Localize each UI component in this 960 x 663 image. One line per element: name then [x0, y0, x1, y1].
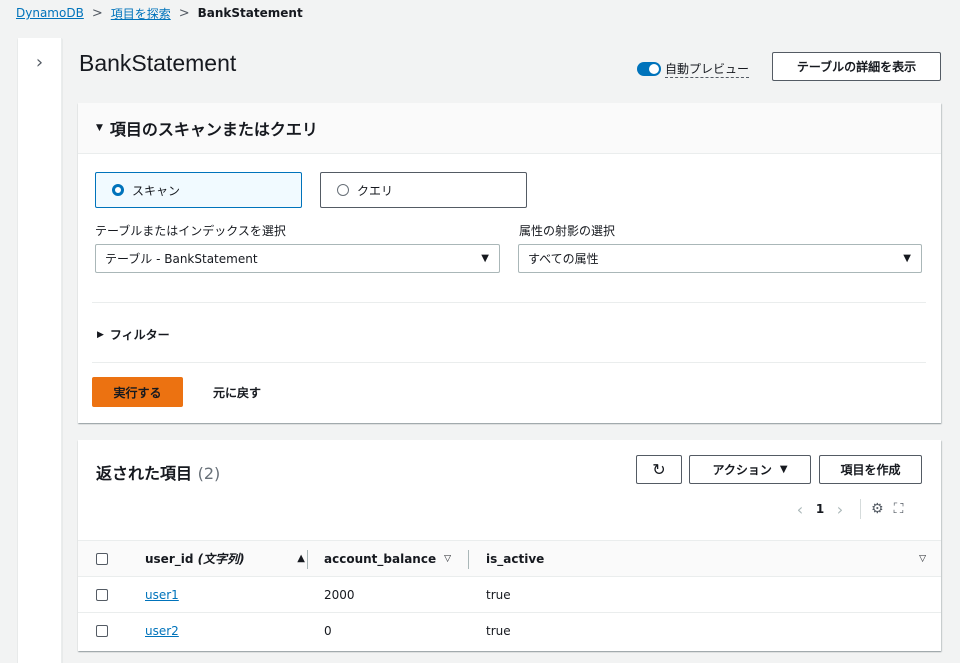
- select-all-checkbox[interactable]: [96, 552, 108, 565]
- previous-page-icon[interactable]: ‹: [790, 500, 810, 519]
- sort-ascending-icon: ▲: [297, 553, 305, 564]
- cell-user-id: user1: [145, 577, 179, 612]
- caret-down-icon: ▼: [779, 464, 788, 475]
- radio-unselected-icon[interactable]: [337, 184, 349, 196]
- items-table: user_id (文字列) ▲ account_balance ▽ is_act…: [78, 540, 941, 649]
- table-index-select-value: テーブル - BankStatement: [105, 252, 258, 266]
- projection-select-label: 属性の射影の選択: [519, 224, 616, 238]
- user-id-link[interactable]: user2: [145, 624, 179, 638]
- table-row: user2 0 true: [78, 613, 941, 649]
- reset-button[interactable]: 元に戻す: [213, 384, 261, 401]
- breadcrumb: DynamoDB > 項目を探索 > BankStatement: [16, 4, 303, 22]
- column-header-user-id-label: user_id: [145, 552, 194, 566]
- scan-query-panel: ▼ 項目のスキャンまたはクエリ スキャン クエリ テーブルまたはインデックスを選…: [78, 103, 941, 423]
- table-select-label: テーブルまたはインデックスを選択: [95, 224, 286, 238]
- cell-account-balance: 2000: [324, 587, 355, 602]
- row-select-cell: [96, 577, 108, 612]
- breadcrumb-dynamodb[interactable]: DynamoDB: [16, 6, 84, 20]
- filter-expand-toggle[interactable]: ▶ フィルター: [97, 326, 170, 343]
- next-page-icon[interactable]: ›: [830, 500, 850, 519]
- column-header-user-id[interactable]: user_id (文字列) ▲: [145, 541, 305, 576]
- attribute-projection-select[interactable]: すべての属性 ▼: [518, 244, 922, 273]
- caret-down-icon: ▼: [96, 123, 103, 133]
- returned-items-heading: 返された項目: [96, 464, 193, 483]
- caret-right-icon: ▶: [97, 329, 104, 340]
- chevron-right-icon: >: [178, 5, 190, 21]
- column-type-hint: (文字列): [197, 552, 245, 566]
- caret-down-icon: ▼: [903, 253, 911, 264]
- user-id-link[interactable]: user1: [145, 588, 179, 602]
- scan-query-panel-title: 項目のスキャンまたはクエリ: [109, 120, 318, 139]
- run-button[interactable]: 実行する: [92, 377, 183, 407]
- page-number[interactable]: 1: [810, 502, 830, 516]
- scan-mode-tile[interactable]: スキャン: [95, 172, 302, 208]
- returned-items-panel: 返された項目 (2) ↻ アクション ▼ 項目を作成 ‹ 1 › ⚙ ⛶ use…: [78, 440, 941, 651]
- auto-preview-label: 自動プレビュー: [665, 62, 750, 78]
- cell-is-active: true: [486, 587, 511, 602]
- sort-indicator-icon: ▽: [444, 553, 452, 564]
- chevron-right-icon: >: [91, 5, 103, 21]
- table-row: user1 2000 true: [78, 577, 941, 613]
- row-checkbox[interactable]: [96, 625, 108, 637]
- column-header-account-balance[interactable]: account_balance ▽: [324, 541, 451, 576]
- scan-mode-label: スキャン: [132, 183, 181, 198]
- filter-label: フィルター: [109, 328, 170, 342]
- divider: [92, 362, 926, 363]
- side-navigation-toggle[interactable]: ›: [18, 38, 62, 663]
- refresh-icon: ↻: [652, 460, 666, 479]
- column-header-is-active-label: is_active: [486, 551, 545, 566]
- gear-icon[interactable]: ⚙: [871, 501, 884, 517]
- fullscreen-icon[interactable]: ⛶: [894, 501, 904, 517]
- actions-dropdown-button[interactable]: アクション ▼: [689, 455, 811, 484]
- breadcrumb-current: BankStatement: [197, 6, 303, 20]
- query-mode-tile[interactable]: クエリ: [320, 172, 527, 208]
- table-header-row: user_id (文字列) ▲ account_balance ▽ is_act…: [78, 540, 941, 577]
- divider: [92, 302, 926, 303]
- cell-is-active: true: [486, 624, 511, 638]
- column-header-account-balance-label: account_balance: [324, 551, 437, 566]
- column-resizer[interactable]: [468, 550, 469, 569]
- divider: [860, 499, 861, 519]
- breadcrumb-explore-items[interactable]: 項目を探索: [111, 5, 171, 22]
- page-title: BankStatement: [79, 50, 237, 76]
- scan-query-panel-header[interactable]: ▼ 項目のスキャンまたはクエリ: [78, 103, 941, 154]
- query-mode-label: クエリ: [357, 183, 394, 198]
- pagination: ‹ 1 › ⚙ ⛶: [790, 498, 913, 520]
- returned-items-title: 返された項目 (2): [96, 460, 220, 484]
- attribute-projection-select-value: すべての属性: [528, 252, 599, 266]
- actions-button-label: アクション: [712, 463, 772, 477]
- radio-selected-icon[interactable]: [112, 184, 124, 196]
- create-item-button[interactable]: 項目を作成: [819, 455, 922, 484]
- refresh-button[interactable]: ↻: [636, 455, 682, 484]
- returned-items-count: (2): [197, 464, 221, 483]
- column-header-is-active[interactable]: is_active ▽: [486, 541, 926, 576]
- column-resizer[interactable]: [307, 550, 308, 569]
- cell-account-balance: 0: [324, 624, 332, 638]
- row-select-cell: [96, 613, 108, 649]
- table-index-select[interactable]: テーブル - BankStatement ▼: [95, 244, 500, 273]
- sort-indicator-icon: ▽: [919, 553, 926, 564]
- auto-preview-toggle[interactable]: 自動プレビュー: [637, 60, 750, 78]
- cell-user-id: user2: [145, 613, 179, 649]
- view-table-details-button[interactable]: テーブルの詳細を表示: [772, 52, 941, 81]
- toggle-switch-icon[interactable]: [637, 62, 661, 76]
- row-checkbox[interactable]: [96, 588, 108, 601]
- caret-down-icon: ▼: [481, 253, 489, 264]
- chevron-right-icon: ›: [35, 52, 44, 73]
- column-header-user-id-text: user_id (文字列): [145, 550, 245, 567]
- select-all-cell: [96, 541, 108, 576]
